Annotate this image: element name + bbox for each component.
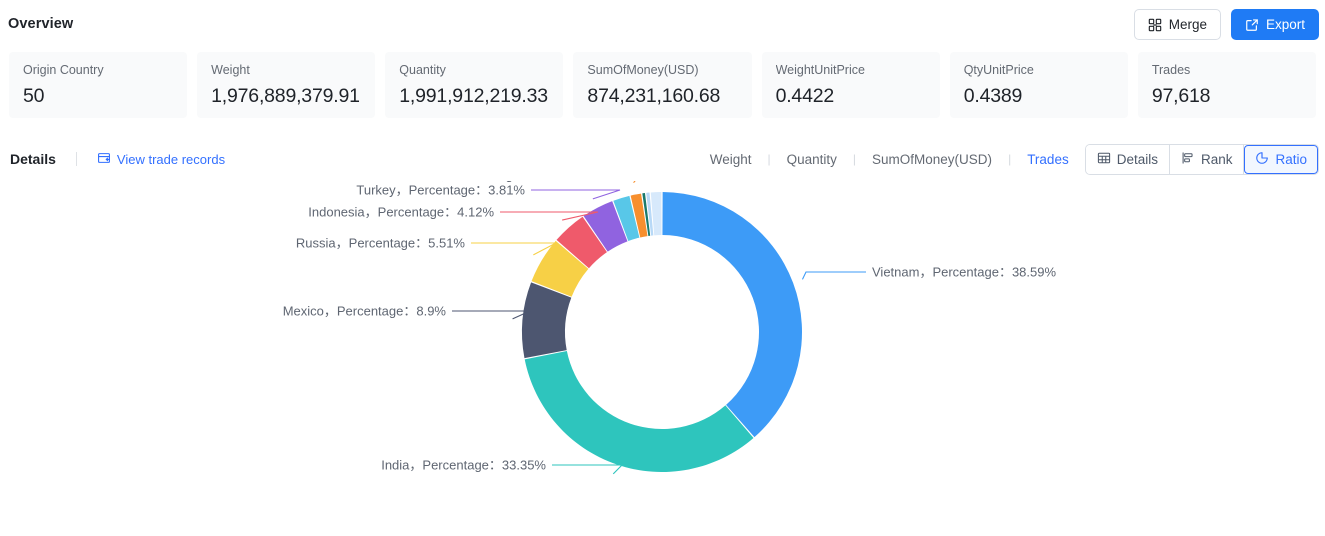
stat-label: SumOfMoney(USD)	[587, 63, 699, 77]
view-mode-ratio-label: Ratio	[1275, 151, 1307, 167]
ratio-donut-chart: Peru，Percentage：1.35%Turkey，Percentage：3…	[0, 181, 1325, 536]
stat-label: Quantity	[399, 63, 446, 77]
donut-slice-india[interactable]	[524, 350, 754, 472]
view-mode-details[interactable]: Details	[1085, 144, 1170, 174]
stat-card-trades: Trades 97,618	[1137, 52, 1316, 118]
metric-tab-trades[interactable]: Trades	[1025, 152, 1071, 167]
donut-slice-vietnam[interactable]	[662, 192, 802, 438]
metric-tab-quantity[interactable]: Quantity	[785, 152, 839, 167]
slice-label-india: India，Percentage：33.35%	[381, 458, 546, 473]
view-mode-rank-label: Rank	[1200, 151, 1233, 167]
stat-label: Weight	[211, 63, 250, 77]
header-actions: Merge Export	[1133, 9, 1319, 40]
toolbar-divider	[75, 152, 77, 166]
leader-line-india	[552, 464, 624, 475]
metric-tab-divider: |	[852, 152, 857, 166]
donut-slice-group[interactable]	[522, 192, 802, 472]
external-link-icon	[1245, 18, 1259, 32]
stat-value: 50	[23, 85, 45, 107]
merge-icon	[1148, 18, 1162, 32]
stat-card-weight-unit-price: WeightUnitPrice 0.4422	[761, 52, 940, 118]
metric-tabs: Weight | Quantity | SumOfMoney(USD) | Tr…	[708, 152, 1071, 167]
leader-line-peru	[633, 181, 636, 184]
slice-label-mexico: Mexico，Percentage：8.9%	[283, 304, 447, 319]
export-button-label: Export	[1265, 16, 1305, 32]
view-mode-rank[interactable]: Rank	[1169, 144, 1245, 174]
stat-value: 0.4422	[775, 85, 835, 107]
details-toolbar: Details View trade records Weight | Quan…	[0, 137, 1325, 181]
merge-button[interactable]: Merge	[1133, 9, 1221, 40]
leader-line-vietnam	[801, 271, 866, 280]
view-mode-ratio[interactable]: Ratio	[1244, 144, 1318, 174]
donut-chart-svg: Peru，Percentage：1.35%Turkey，Percentage：3…	[283, 181, 1056, 475]
details-title: Details	[10, 151, 56, 167]
view-mode-details-label: Details	[1116, 151, 1158, 167]
export-button[interactable]: Export	[1230, 9, 1319, 40]
page-title: Overview	[8, 16, 74, 32]
stat-card-sum-of-money: SumOfMoney(USD) 874,231,160.68	[573, 52, 752, 118]
merge-button-label: Merge	[1168, 16, 1207, 32]
slice-label-russia: Russia，Percentage：5.51%	[296, 236, 466, 251]
view-trade-records-link[interactable]: View trade records	[97, 151, 225, 168]
stat-label: QtyUnitPrice	[963, 63, 1034, 77]
stat-card-origin-country: Origin Country 50	[9, 52, 188, 118]
details-right-controls: Weight | Quantity | SumOfMoney(USD) | Tr…	[708, 137, 1319, 181]
stat-value: 1,991,912,219.33	[399, 85, 548, 107]
metric-tab-sum-of-money[interactable]: SumOfMoney(USD)	[870, 152, 994, 167]
trade-records-icon	[97, 151, 111, 168]
stat-value: 0.4389	[963, 85, 1023, 107]
metric-tab-divider: |	[1008, 152, 1012, 166]
leader-line-russia	[471, 242, 557, 256]
overview-stat-cards: Origin Country 50 Weight 1,976,889,379.9…	[0, 48, 1325, 118]
stat-value: 874,231,160.68	[587, 85, 721, 107]
leader-line-turkey	[531, 189, 621, 200]
stat-label: Trades	[1151, 63, 1191, 77]
view-mode-segmented-control: Details Rank Ratio	[1084, 143, 1319, 175]
stat-card-qty-unit-price: QtyUnitPrice 0.4389	[949, 52, 1128, 118]
pie-chart-icon	[1255, 151, 1269, 168]
metric-tab-divider: |	[767, 152, 771, 166]
stat-label: WeightUnitPrice	[775, 63, 865, 77]
table-icon	[1097, 151, 1111, 168]
slice-label-turkey: Turkey，Percentage：3.81%	[356, 183, 525, 198]
metric-tab-weight[interactable]: Weight	[708, 152, 754, 167]
stat-value: 97,618	[1151, 85, 1211, 107]
rank-bars-icon	[1181, 151, 1195, 168]
page-header: Overview Merge Export	[0, 0, 1325, 48]
stat-value: 1,976,889,379.91	[211, 85, 360, 107]
stat-label: Origin Country	[23, 63, 104, 77]
leader-line-mexico	[452, 310, 531, 320]
slice-label-indonesia: Indonesia，Percentage：4.12%	[308, 205, 494, 220]
stat-card-weight: Weight 1,976,889,379.91	[197, 52, 376, 118]
slice-label-vietnam: Vietnam，Percentage：38.59%	[872, 265, 1056, 280]
view-trade-records-label: View trade records	[116, 151, 226, 167]
stat-card-quantity: Quantity 1,991,912,219.33	[385, 52, 564, 118]
